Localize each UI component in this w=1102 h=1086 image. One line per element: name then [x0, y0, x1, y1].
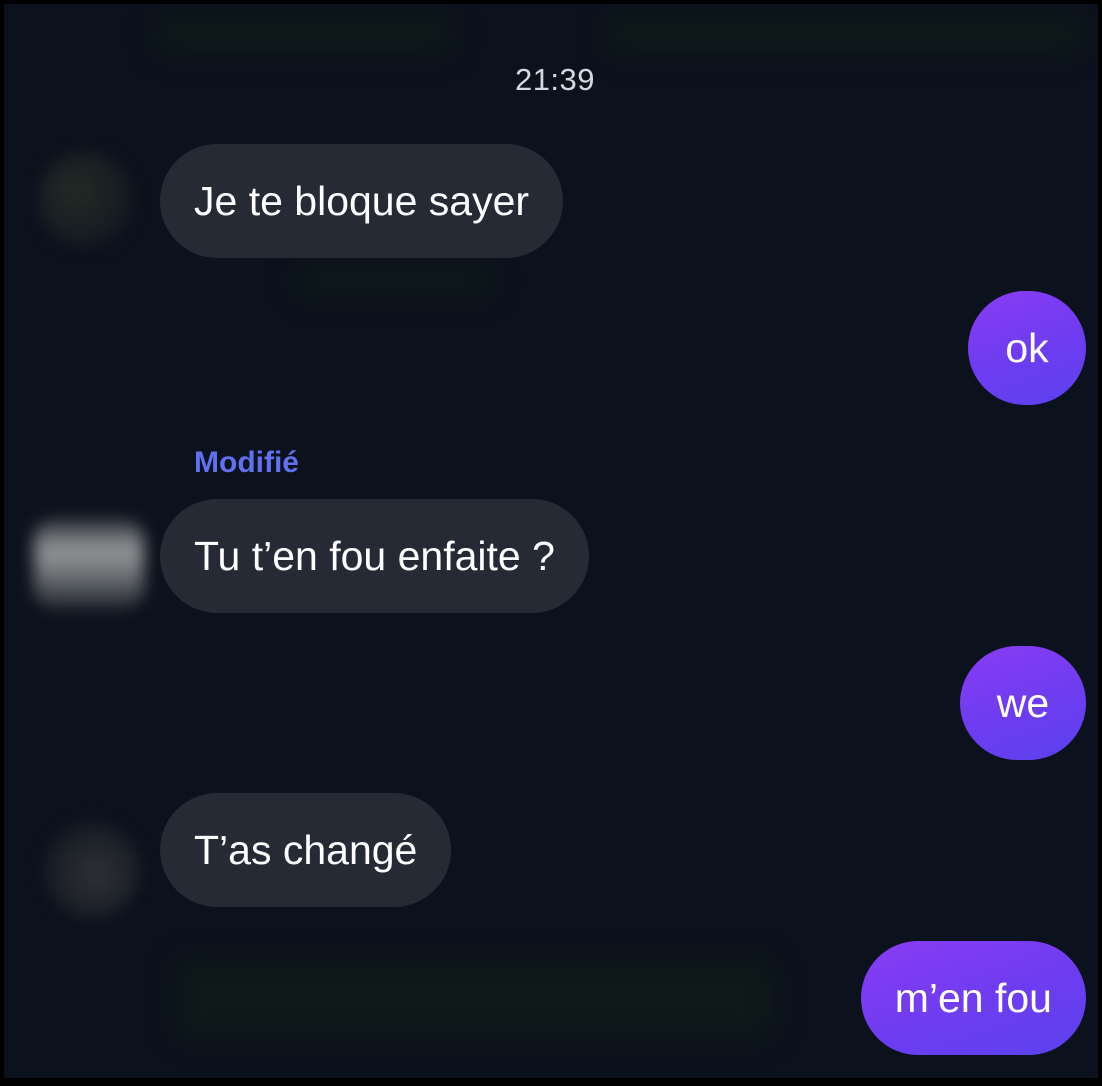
message-text: T’as changé	[194, 826, 418, 873]
background-blur	[294, 266, 494, 296]
incoming-message-bubble[interactable]: T’as changé	[160, 793, 452, 907]
message-text: m’en fou	[894, 974, 1052, 1021]
background-blur	[174, 959, 774, 1039]
background-blur	[154, 14, 454, 54]
outgoing-message-bubble[interactable]: ok	[968, 291, 1086, 405]
message-timestamp: 21:39	[514, 62, 596, 97]
contact-avatar[interactable]	[34, 519, 144, 609]
contact-avatar[interactable]	[44, 822, 140, 918]
incoming-message-bubble[interactable]: Tu t’en fou enfaite ?	[160, 499, 589, 613]
contact-avatar[interactable]	[38, 152, 134, 248]
message-text: ok	[1005, 324, 1049, 371]
message-text: we	[996, 679, 1050, 726]
edited-label: Modifié	[194, 446, 299, 479]
outgoing-message-bubble[interactable]: we	[960, 646, 1086, 760]
message-text: Je te bloque sayer	[194, 177, 530, 224]
chat-screen: 21:39 Je te bloque sayer ok Modifié Tu t…	[4, 4, 1098, 1078]
background-blur	[604, 14, 1084, 54]
message-text: Tu t’en fou enfaite ?	[194, 532, 555, 579]
outgoing-message-bubble[interactable]: m’en fou	[860, 941, 1086, 1055]
incoming-message-bubble[interactable]: Je te bloque sayer	[160, 144, 564, 258]
